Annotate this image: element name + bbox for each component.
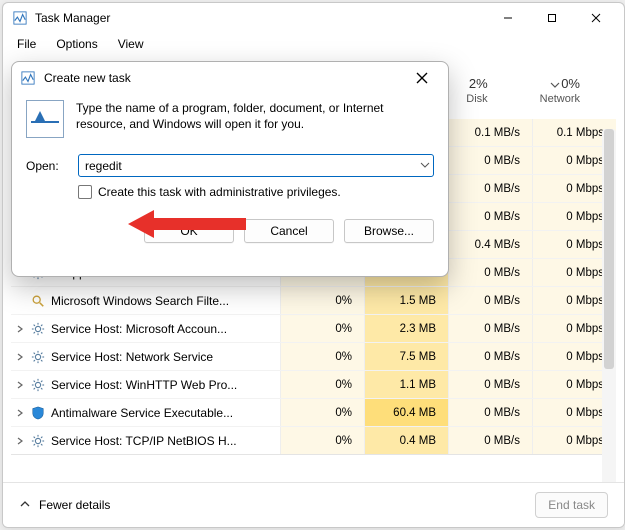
cell-disk: 0 MB/s — [448, 175, 532, 202]
cell-cpu: 0% — [280, 315, 364, 342]
table-row[interactable]: Service Host: TCP/IP NetBIOS H...0%0.4 M… — [11, 427, 616, 455]
dialog-titlebar: Create new task — [12, 62, 448, 94]
fewer-details-label: Fewer details — [39, 498, 110, 512]
scrollbar[interactable] — [602, 129, 616, 509]
fewer-details-toggle[interactable]: Fewer details — [19, 498, 110, 513]
col-network[interactable]: 0% Network — [500, 67, 592, 113]
col-network-label: Network — [500, 93, 580, 105]
task-manager-window: Task Manager File Options View % ory 2% … — [2, 2, 625, 528]
process-icon — [29, 350, 47, 364]
cell-disk: 0 MB/s — [448, 259, 532, 286]
run-large-icon — [26, 100, 64, 138]
create-new-task-dialog: Create new task Type the name of a progr… — [11, 61, 449, 277]
admin-label: Create this task with administrative pri… — [98, 185, 341, 199]
dialog-title: Create new task — [44, 71, 131, 85]
process-icon — [29, 406, 47, 420]
dialog-description: Type the name of a program, folder, docu… — [76, 98, 434, 132]
process-name: Service Host: Network Service — [47, 350, 280, 364]
table-row[interactable]: Service Host: Microsoft Accoun...0%2.3 M… — [11, 315, 616, 343]
cell-cpu: 0% — [280, 287, 364, 314]
process-name: Microsoft Windows Search Filte... — [47, 294, 280, 308]
cell-memory: 1.1 MB — [364, 371, 448, 398]
chevron-down-icon[interactable] — [550, 79, 560, 93]
cell-cpu: 0% — [280, 343, 364, 370]
process-name: Service Host: WinHTTP Web Pro... — [47, 378, 280, 392]
close-button[interactable] — [574, 3, 618, 33]
titlebar: Task Manager — [3, 3, 624, 33]
open-label: Open: — [26, 159, 68, 173]
cell-disk: 0 MB/s — [448, 203, 532, 230]
process-icon — [29, 294, 47, 308]
cell-disk: 0 MB/s — [448, 147, 532, 174]
browse-button[interactable]: Browse... — [344, 219, 434, 243]
cell-memory: 7.5 MB — [364, 343, 448, 370]
cell-memory: 60.4 MB — [364, 399, 448, 426]
cell-cpu: 0% — [280, 371, 364, 398]
process-name: Service Host: TCP/IP NetBIOS H... — [47, 434, 280, 448]
end-task-button[interactable]: End task — [535, 492, 608, 518]
cell-disk: 0.1 MB/s — [448, 119, 532, 146]
cell-disk: 0 MB/s — [448, 315, 532, 342]
task-manager-icon — [13, 11, 27, 25]
ok-button[interactable]: OK — [144, 219, 234, 243]
table-row[interactable]: Service Host: WinHTTP Web Pro...0%1.1 MB… — [11, 371, 616, 399]
expand-icon[interactable] — [11, 409, 29, 417]
cell-cpu: 0% — [280, 399, 364, 426]
menu-file[interactable]: File — [9, 35, 44, 53]
cancel-button[interactable]: Cancel — [244, 219, 334, 243]
chevron-up-icon — [19, 498, 31, 513]
cell-memory: 0.4 MB — [364, 427, 448, 454]
process-icon — [29, 434, 47, 448]
expand-icon[interactable] — [11, 353, 29, 361]
cell-memory: 2.3 MB — [364, 315, 448, 342]
maximize-button[interactable] — [530, 3, 574, 33]
footer: Fewer details End task — [3, 482, 624, 527]
scrollbar-thumb[interactable] — [604, 129, 614, 369]
run-dialog-icon — [20, 70, 36, 86]
expand-icon[interactable] — [11, 437, 29, 445]
process-name: Antimalware Service Executable... — [47, 406, 280, 420]
open-input[interactable] — [78, 154, 434, 177]
minimize-button[interactable] — [486, 3, 530, 33]
window-title: Task Manager — [35, 11, 110, 25]
cell-disk: 0 MB/s — [448, 343, 532, 370]
col-network-pct: 0% — [500, 76, 580, 91]
cell-disk: 0.4 MB/s — [448, 231, 532, 258]
process-icon — [29, 378, 47, 392]
cell-disk: 0 MB/s — [448, 427, 532, 454]
table-row[interactable]: Antimalware Service Executable...0%60.4 … — [11, 399, 616, 427]
table-row[interactable]: Service Host: Network Service0%7.5 MB0 M… — [11, 343, 616, 371]
cell-disk: 0 MB/s — [448, 399, 532, 426]
cell-cpu: 0% — [280, 427, 364, 454]
menu-view[interactable]: View — [110, 35, 152, 53]
table-row[interactable]: Microsoft Windows Search Filte...0%1.5 M… — [11, 287, 616, 315]
cell-memory: 1.5 MB — [364, 287, 448, 314]
dropdown-icon[interactable] — [420, 159, 430, 173]
expand-icon[interactable] — [11, 325, 29, 333]
process-name: Service Host: Microsoft Accoun... — [47, 322, 280, 336]
admin-privileges-row[interactable]: Create this task with administrative pri… — [78, 185, 434, 199]
expand-icon[interactable] — [11, 381, 29, 389]
menu-options[interactable]: Options — [48, 35, 105, 53]
dialog-close-button[interactable] — [404, 63, 440, 93]
cell-disk: 0 MB/s — [448, 371, 532, 398]
admin-checkbox[interactable] — [78, 185, 92, 199]
menubar: File Options View — [3, 33, 624, 59]
process-icon — [29, 322, 47, 336]
cell-disk: 0 MB/s — [448, 287, 532, 314]
